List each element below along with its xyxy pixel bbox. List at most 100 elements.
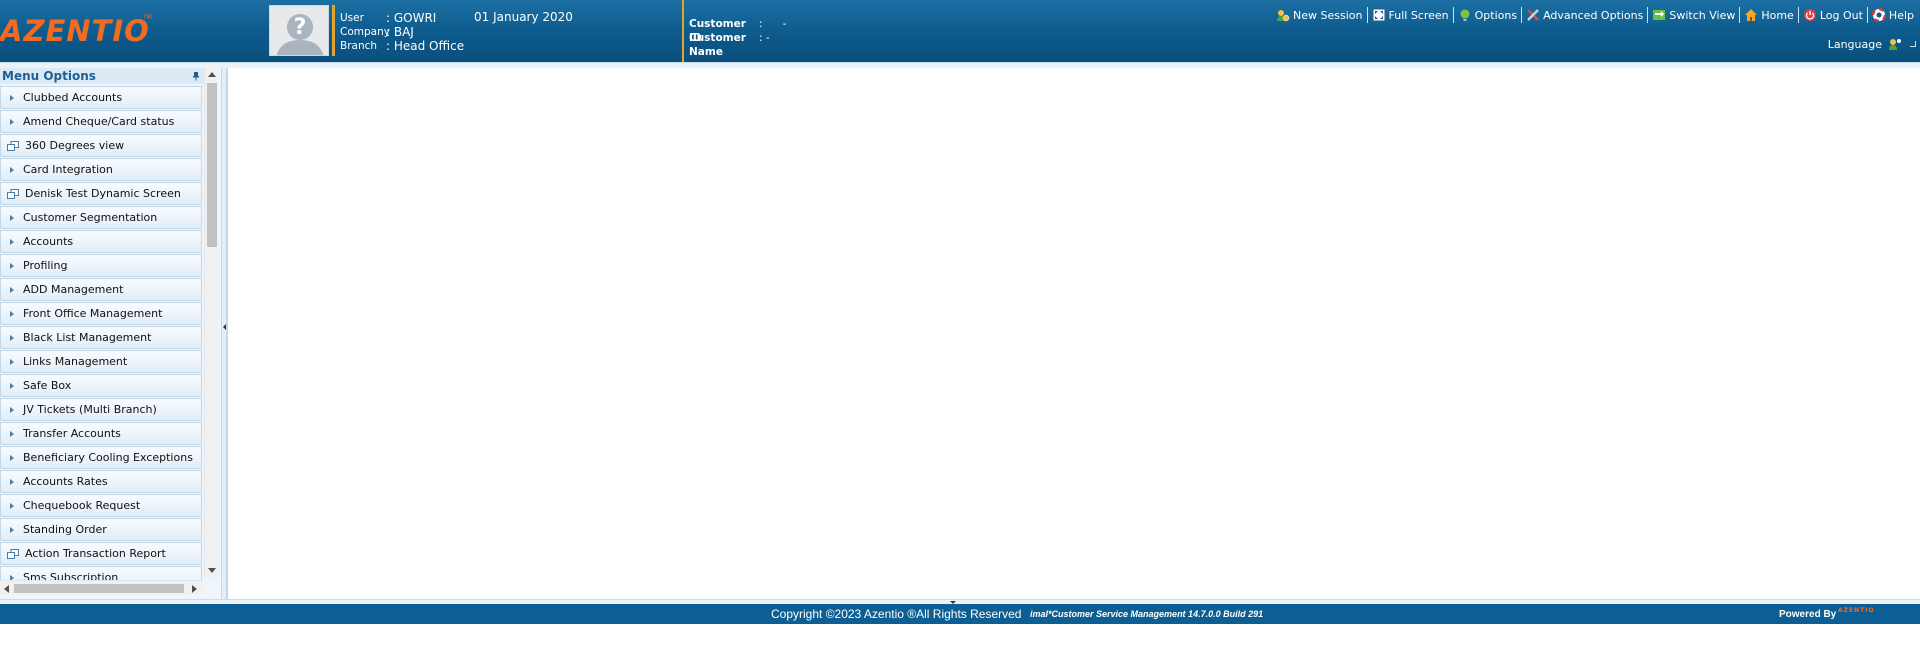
expand-arrow-icon bbox=[10, 430, 14, 437]
menu-item-label: Links Management bbox=[23, 355, 128, 368]
menu-item[interactable]: Standing Order bbox=[0, 518, 202, 541]
home-label: Home bbox=[1761, 8, 1794, 22]
expand-arrow-icon bbox=[10, 406, 14, 413]
scroll-right-icon[interactable] bbox=[192, 585, 197, 593]
menu-item[interactable]: Amend Cheque/Card status bbox=[0, 110, 202, 133]
menu-item-label: Accounts bbox=[23, 235, 74, 248]
user-info-block: User: GOWRI Company: BAJ Branch: Head Of… bbox=[340, 11, 464, 53]
new-session-button[interactable]: New Session bbox=[1272, 7, 1366, 23]
menu-item[interactable]: Safe Box bbox=[0, 374, 202, 397]
screen-icon bbox=[7, 548, 19, 559]
help-icon bbox=[1871, 8, 1886, 22]
scroll-left-icon[interactable] bbox=[4, 585, 9, 593]
customer-id-value: : - bbox=[759, 18, 787, 30]
menu-item[interactable]: Clubbed Accounts bbox=[0, 86, 202, 109]
expand-arrow-icon bbox=[10, 454, 14, 461]
top-toolbar: New Session Full Screen Options Advanced… bbox=[1272, 7, 1918, 23]
menu-item[interactable]: Profiling bbox=[0, 254, 202, 277]
switch-view-icon bbox=[1652, 8, 1666, 22]
expand-arrow-icon bbox=[10, 262, 14, 269]
menu-list: Clubbed Accounts Amend Cheque/Card status… bbox=[0, 86, 203, 649]
switch-view-label: Switch View bbox=[1669, 8, 1736, 22]
top-header: AZENTIO TM ? User : GOWRI Company: BAJ Br… bbox=[0, 0, 1920, 62]
user-label: User bbox=[340, 12, 364, 24]
user-value: : GOWRI bbox=[386, 11, 437, 25]
home-icon bbox=[1744, 8, 1758, 22]
menu-item-label: Clubbed Accounts bbox=[23, 91, 123, 104]
menu-item[interactable]: 360 Degrees view bbox=[0, 134, 202, 157]
menu-item[interactable]: Action Transaction Report bbox=[0, 542, 202, 565]
product-version: imal*Customer Service Management 14.7.0.… bbox=[1030, 609, 1264, 619]
menu-item[interactable]: Chequebook Request bbox=[0, 494, 202, 517]
business-date: 01 January 2020 bbox=[474, 10, 573, 24]
menu-vertical-scrollbar[interactable] bbox=[204, 68, 218, 578]
menu-item[interactable]: Links Management bbox=[0, 350, 202, 373]
options-icon bbox=[1458, 8, 1472, 22]
expand-arrow-icon bbox=[10, 478, 14, 485]
home-button[interactable]: Home bbox=[1739, 7, 1797, 23]
pin-icon[interactable] bbox=[191, 71, 201, 81]
company-value: : BAJ bbox=[386, 25, 414, 39]
menu-horizontal-scrollbar[interactable] bbox=[0, 580, 204, 595]
screen-icon bbox=[7, 140, 19, 151]
powered-by-label: Powered By bbox=[1779, 609, 1837, 620]
footer-bar: Copyright ©2023 Azentio ®All Rights Rese… bbox=[0, 604, 1920, 624]
collapse-sidebar-icon[interactable] bbox=[223, 324, 226, 330]
help-button[interactable]: Help bbox=[1866, 7, 1918, 23]
menu-item-label: Amend Cheque/Card status bbox=[23, 115, 175, 128]
expand-arrow-icon bbox=[10, 382, 14, 389]
menu-item-label: Black List Management bbox=[23, 331, 152, 344]
expand-arrow-icon bbox=[10, 214, 14, 221]
menu-item-label: Beneficiary Cooling Exceptions bbox=[23, 451, 193, 464]
menu-item-label: Accounts Rates bbox=[23, 475, 108, 488]
menu-item-label: 360 Degrees view bbox=[25, 139, 125, 152]
menu-item-label: Safe Box bbox=[23, 379, 72, 392]
menu-item[interactable]: Black List Management bbox=[0, 326, 202, 349]
expand-arrow-icon bbox=[10, 238, 14, 245]
menu-item[interactable]: Accounts bbox=[0, 230, 202, 253]
full-screen-icon bbox=[1372, 8, 1386, 22]
menu-item-label: Front Office Management bbox=[23, 307, 163, 320]
advanced-options-button[interactable]: Advanced Options bbox=[1521, 7, 1647, 23]
menu-item[interactable]: Denisk Test Dynamic Screen bbox=[0, 182, 202, 205]
options-button[interactable]: Options bbox=[1452, 7, 1521, 23]
new-session-icon bbox=[1276, 8, 1290, 22]
log-out-button[interactable]: Log Out bbox=[1797, 7, 1867, 23]
full-screen-button[interactable]: Full Screen bbox=[1366, 7, 1453, 23]
svg-text:?: ? bbox=[294, 15, 307, 40]
advanced-options-label: Advanced Options bbox=[1543, 8, 1644, 22]
language-selector[interactable]: Language bbox=[1828, 37, 1902, 51]
expand-arrow-icon bbox=[10, 334, 14, 341]
menu-options-title: Menu Options bbox=[0, 68, 204, 84]
menu-item-label: ADD Management bbox=[23, 283, 124, 296]
menu-item-label: Card Integration bbox=[23, 163, 113, 176]
menu-item-label: Chequebook Request bbox=[23, 499, 141, 512]
menu-item[interactable]: JV Tickets (Multi Branch) bbox=[0, 398, 202, 421]
logo-trademark: TM bbox=[143, 14, 152, 21]
logo-text: AZENTIO bbox=[0, 14, 150, 48]
menu-item[interactable]: Accounts Rates bbox=[0, 470, 202, 493]
menu-item-label: Profiling bbox=[23, 259, 68, 272]
menu-item[interactable]: Front Office Management bbox=[0, 302, 202, 325]
new-session-label: New Session bbox=[1293, 8, 1363, 22]
scroll-thumb[interactable] bbox=[14, 584, 184, 593]
customer-name-value: : - bbox=[759, 32, 770, 44]
company-label: Company bbox=[340, 26, 390, 38]
scroll-up-icon[interactable] bbox=[208, 72, 216, 77]
menu-item[interactable]: Beneficiary Cooling Exceptions bbox=[0, 446, 202, 469]
expand-arrow-icon bbox=[10, 310, 14, 317]
scroll-thumb[interactable] bbox=[207, 83, 217, 247]
branch-label: Branch bbox=[340, 40, 378, 52]
menu-item[interactable]: Transfer Accounts bbox=[0, 422, 202, 445]
expand-arrow-icon bbox=[10, 118, 14, 125]
menu-item[interactable]: Customer Segmentation bbox=[0, 206, 202, 229]
menu-item-label: Standing Order bbox=[23, 523, 107, 536]
switch-view-button[interactable]: Switch View bbox=[1647, 7, 1739, 23]
menu-item-label: Action Transaction Report bbox=[25, 547, 166, 560]
menu-item[interactable]: Card Integration bbox=[0, 158, 202, 181]
scroll-down-icon[interactable] bbox=[208, 568, 216, 573]
header-resize-corner[interactable] bbox=[1910, 41, 1916, 47]
menu-item[interactable]: ADD Management bbox=[0, 278, 202, 301]
menu-sidebar: Menu Options Clubbed Accounts Amend Chequ… bbox=[0, 68, 222, 599]
language-icon bbox=[1888, 37, 1902, 51]
